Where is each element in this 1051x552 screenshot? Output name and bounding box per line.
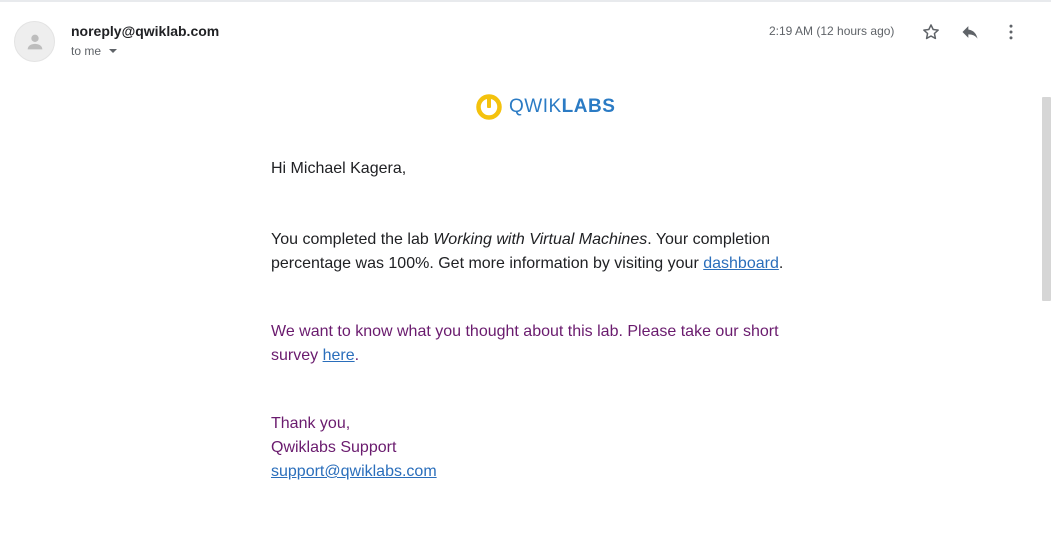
star-icon (923, 24, 939, 40)
recipient-details-toggle[interactable]: to me (71, 44, 118, 58)
email-timestamp: 2:19 AM (12 hours ago) (769, 24, 895, 38)
dashboard-link[interactable]: dashboard (703, 255, 779, 272)
top-divider (0, 0, 1051, 2)
email-signoff: Thank you, Qwiklabs Support support@qwik… (271, 412, 791, 484)
reply-icon (962, 26, 978, 39)
reply-button[interactable] (958, 20, 982, 44)
more-options-button[interactable] (999, 20, 1023, 44)
logo-text-light: QWIK (509, 96, 562, 117)
support-email-link[interactable]: support@qwiklabs.com (271, 463, 437, 480)
qwiklabs-ring-icon (476, 94, 502, 120)
survey-paragraph: We want to know what you thought about t… (271, 320, 791, 368)
qwiklabs-logo: QWIKLABS (475, 93, 615, 121)
scrollbar-thumb[interactable] (1042, 97, 1051, 301)
completion-paragraph: You completed the lab Working with Virtu… (271, 228, 791, 276)
logo-wordmark: QWIKLABS (509, 96, 615, 118)
star-button[interactable] (919, 20, 943, 44)
email-greeting: Hi Michael Kagera, (271, 160, 407, 177)
survey-link[interactable]: here (323, 347, 355, 364)
lab-name: Working with Virtual Machines (433, 231, 648, 248)
recipient-label: to me (71, 44, 102, 58)
person-icon (27, 34, 42, 49)
team-name: Qwiklabs Support (271, 439, 397, 456)
completion-period: . (778, 255, 784, 272)
sender-address[interactable]: noreply@qwiklab.com (71, 23, 219, 39)
chevron-down-icon (109, 49, 118, 53)
more-vert-icon (1009, 24, 1013, 40)
sender-avatar[interactable] (14, 21, 55, 62)
logo-text-bold: LABS (561, 96, 616, 117)
thanks-line: Thank you, (271, 415, 351, 432)
completion-prefix: You completed the lab (271, 231, 434, 248)
survey-period: . (354, 347, 360, 364)
